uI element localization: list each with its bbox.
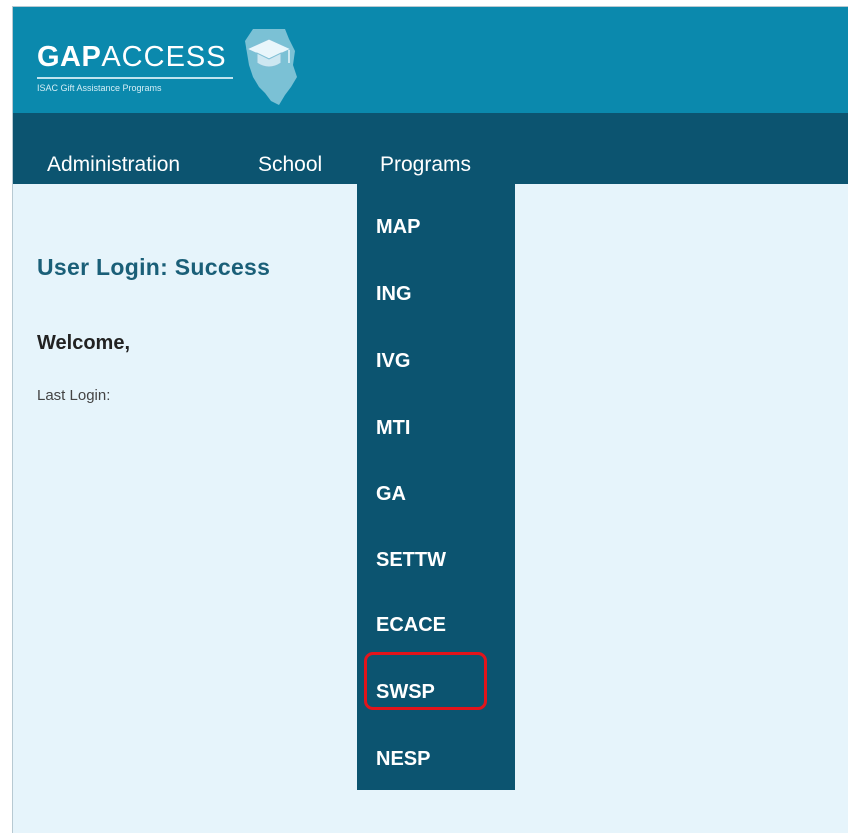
menu-item-ivg[interactable]: IVG (357, 318, 515, 372)
menu-item-settw[interactable]: SETTW (357, 517, 515, 571)
nav-administration[interactable]: Administration (47, 153, 180, 177)
nav-school[interactable]: School (258, 153, 322, 177)
menu-item-label: SWSP (376, 681, 435, 703)
welcome-message: Welcome, (37, 332, 130, 354)
menu-item-ing[interactable]: ING (357, 251, 515, 305)
last-login-label: Last Login: (37, 387, 111, 404)
logo-divider (37, 77, 233, 79)
nav-programs[interactable]: Programs (380, 153, 471, 177)
menu-item-nesp[interactable]: NESP (357, 716, 515, 770)
logo-brand-light: ACCESS (101, 41, 227, 73)
programs-dropdown-menu: MAP ING IVG MTI GA SETTW ECACE SWSP NESP (357, 184, 515, 790)
logo-brand-bold: GAP (37, 41, 102, 73)
menu-item-ecace[interactable]: ECACE (357, 582, 515, 636)
menu-item-map[interactable]: MAP (357, 184, 515, 238)
logo-tagline: ISAC Gift Assistance Programs (37, 83, 162, 93)
main-navbar: Administration School Programs (13, 113, 848, 184)
header-banner: GAPACCESS ISAC Gift Assistance Programs (13, 7, 848, 113)
menu-item-ga[interactable]: GA (357, 451, 515, 505)
menu-item-label: MAP (376, 216, 421, 238)
logo-wordmark: GAPACCESS (37, 39, 227, 75)
menu-item-label: MTI (376, 417, 411, 439)
menu-item-swsp[interactable]: SWSP (357, 649, 515, 703)
app-frame: GAPACCESS ISAC Gift Assistance Programs … (12, 6, 848, 833)
gap-access-logo[interactable]: GAPACCESS ISAC Gift Assistance Programs (31, 25, 297, 109)
menu-item-label: SETTW (376, 549, 446, 571)
page-title: User Login: Success (37, 254, 271, 280)
illinois-graduation-cap-icon (245, 29, 297, 105)
menu-item-label: ING (376, 283, 412, 305)
menu-item-label: IVG (376, 350, 411, 372)
menu-item-mti[interactable]: MTI (357, 385, 515, 439)
menu-item-label: ECACE (376, 614, 447, 636)
menu-item-label: NESP (376, 748, 431, 770)
menu-item-label: GA (376, 483, 406, 505)
